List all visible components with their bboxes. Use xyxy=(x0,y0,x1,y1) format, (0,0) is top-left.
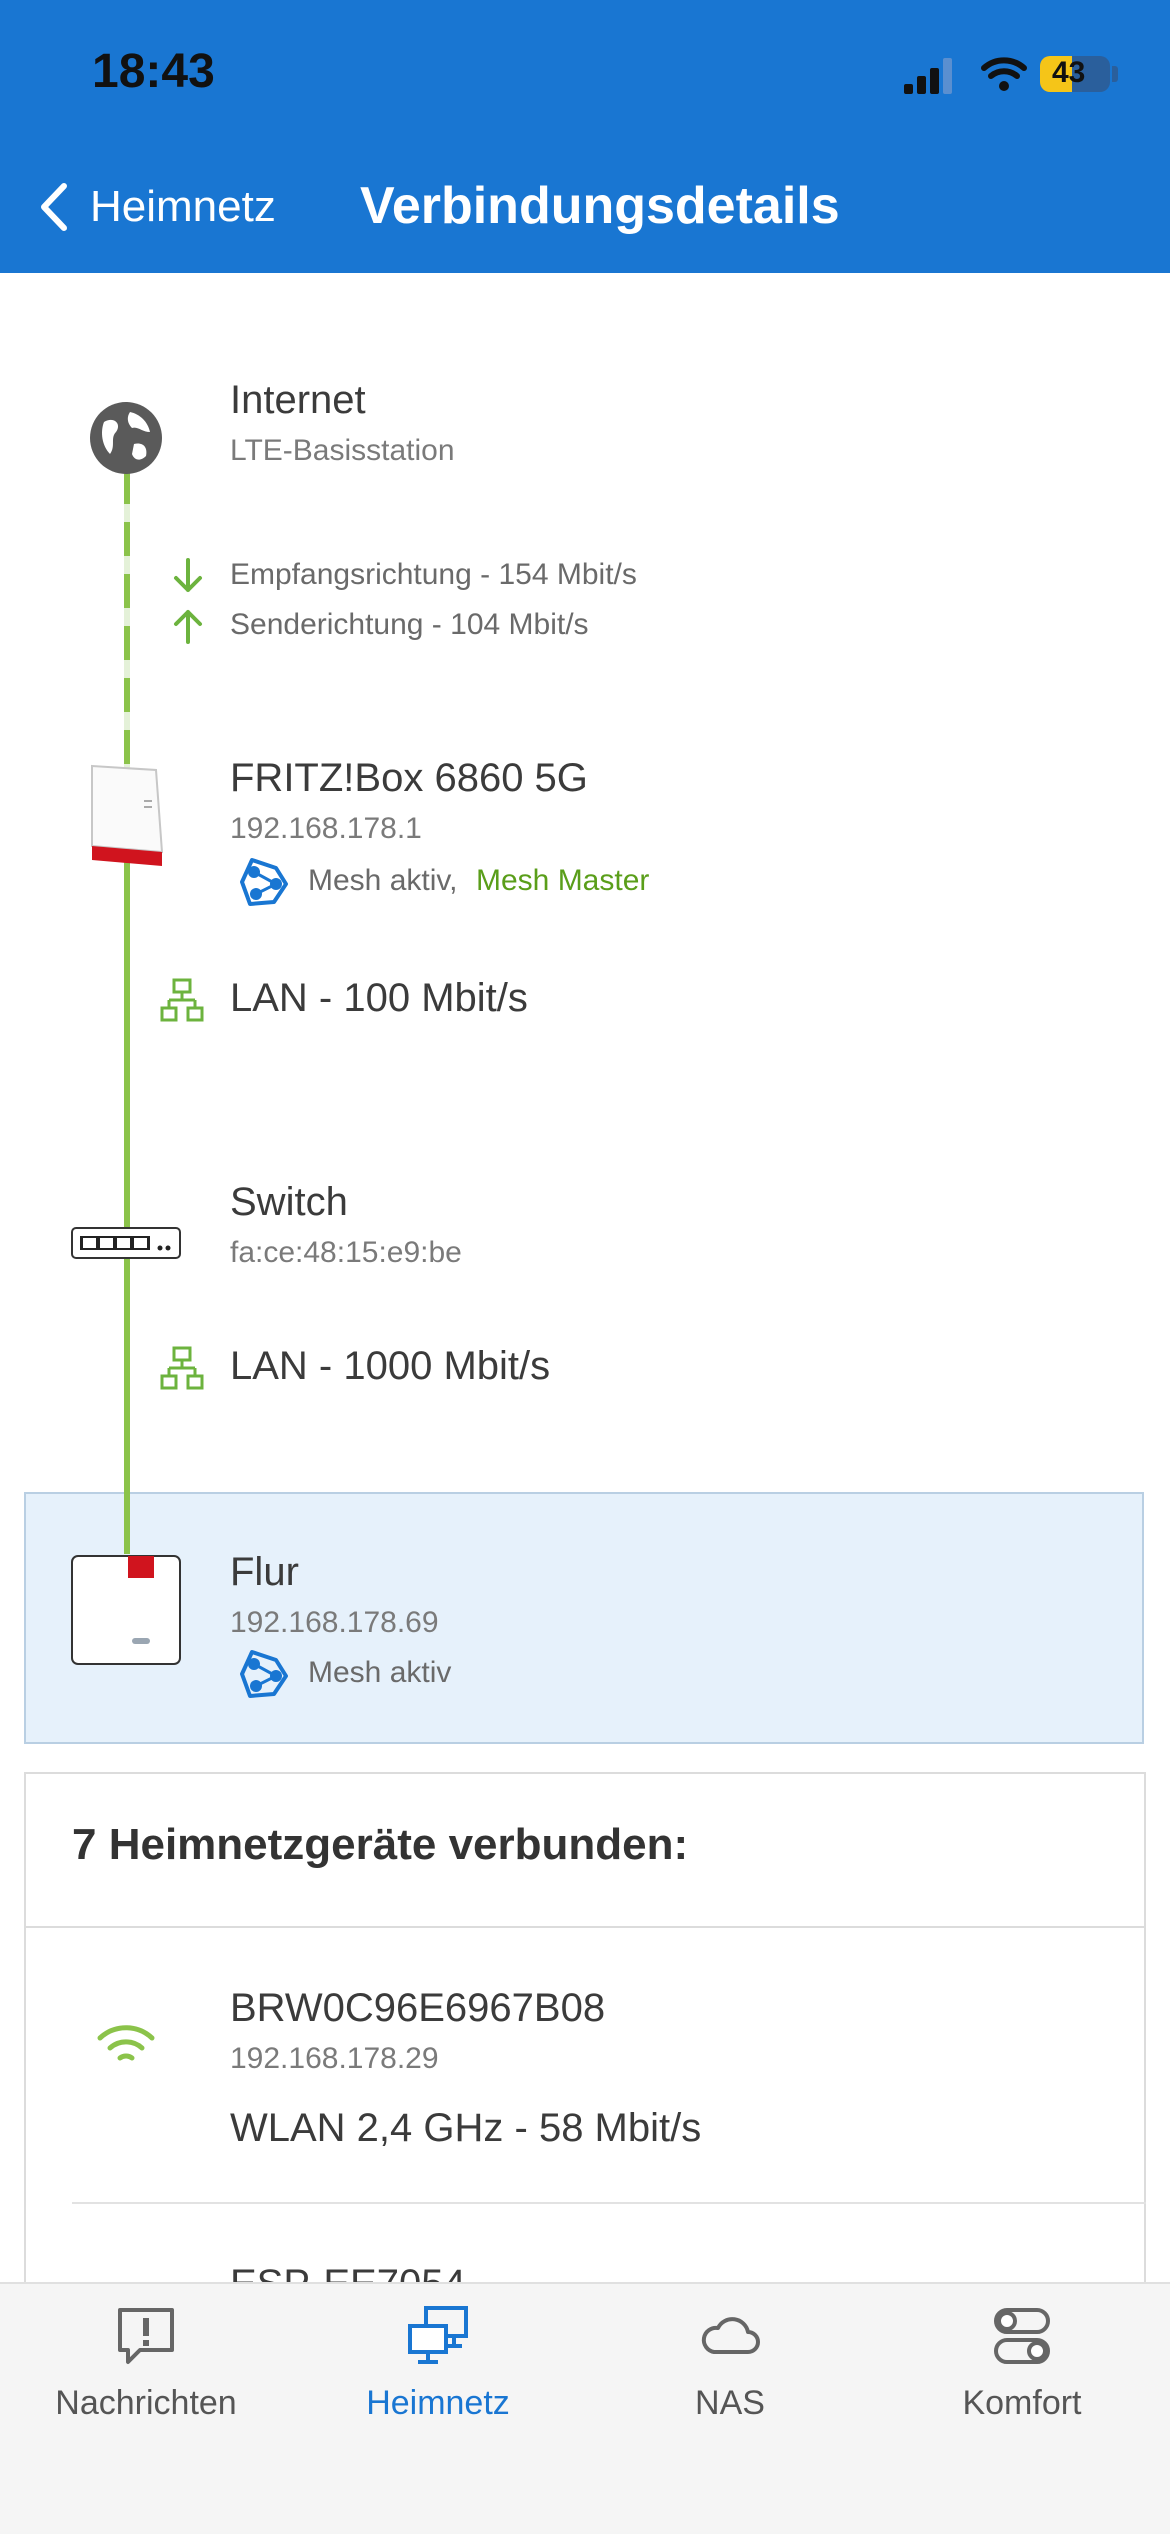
cellular-signal-icon xyxy=(904,58,952,94)
toggles-icon xyxy=(994,2308,1050,2364)
back-button[interactable]: Heimnetz xyxy=(90,182,276,232)
device-ip: 192.168.178.29 xyxy=(230,2042,439,2075)
flur-ip: 192.168.178.69 xyxy=(230,1606,439,1639)
upload-arrow-icon xyxy=(174,610,202,644)
mesh-master-label: Mesh Master xyxy=(476,864,650,897)
cloud-icon xyxy=(701,2317,760,2354)
wifi-status-icon xyxy=(981,57,1027,91)
selected-device-row[interactable] xyxy=(24,1492,1144,1744)
switch-mac: fa:ce:48:15:e9:be xyxy=(230,1236,462,1269)
fritzbox-router-icon xyxy=(91,764,164,866)
lan-line-1 xyxy=(124,860,130,1230)
device-name: BRW0C96E6967B08 xyxy=(230,1986,606,2030)
network-computers-icon xyxy=(408,2306,468,2364)
tab-heimnetz[interactable]: Heimnetz xyxy=(292,2284,584,2534)
download-arrow-icon xyxy=(174,558,202,592)
tab-komfort[interactable]: Komfort xyxy=(876,2284,1168,2534)
divider xyxy=(72,2202,1146,2204)
fritzbox-name: FRITZ!Box 6860 5G xyxy=(230,756,588,800)
upstream-rate: Senderichtung - 104 Mbit/s xyxy=(230,608,589,641)
flur-mesh-status: Mesh aktiv xyxy=(308,1656,452,1689)
internet-connection-line xyxy=(124,470,130,770)
switch-name: Switch xyxy=(230,1180,348,1224)
message-alert-icon xyxy=(118,2308,174,2364)
bottom-tab-bar: Nachrichten Heimnetz NAS Komfort xyxy=(0,2282,1170,2534)
tab-nas[interactable]: NAS xyxy=(584,2284,876,2534)
tab-nachrichten[interactable]: Nachrichten xyxy=(0,2284,292,2534)
lan-network-icon xyxy=(160,978,204,1022)
page-title: Verbindungsdetails xyxy=(360,177,840,235)
mesh-icon xyxy=(240,858,288,906)
lan-network-icon xyxy=(160,1346,204,1390)
internet-name: Internet xyxy=(230,378,366,422)
fritzbox-mesh-status: Mesh aktiv, xyxy=(308,864,458,897)
tab-label: Komfort xyxy=(962,2384,1082,2422)
link-speed-2: LAN - 1000 Mbit/s xyxy=(230,1344,551,1388)
fritzbox-ip: 192.168.178.1 xyxy=(230,812,422,845)
wifi-icon xyxy=(97,2025,155,2061)
mesh-icon xyxy=(240,1650,288,1698)
device-list-item[interactable] xyxy=(24,1928,1146,2200)
device-connection: WLAN 2,4 GHz - 58 Mbit/s xyxy=(230,2106,702,2150)
downstream-rate: Empfangsrichtung - 154 Mbit/s xyxy=(230,558,637,591)
globe-icon xyxy=(90,402,162,474)
battery-indicator: 43 xyxy=(1040,56,1110,92)
tab-label: Heimnetz xyxy=(366,2384,510,2422)
switch-device-icon xyxy=(71,1227,181,1259)
tab-label: Nachrichten xyxy=(55,2384,237,2422)
connected-devices-heading: 7 Heimnetzgeräte verbunden: xyxy=(72,1820,689,1869)
link-speed-1: LAN - 100 Mbit/s xyxy=(230,976,528,1020)
repeater-device-icon xyxy=(71,1555,181,1665)
tab-label: NAS xyxy=(695,2384,765,2422)
internet-subtitle: LTE-Basisstation xyxy=(230,434,455,467)
flur-name: Flur xyxy=(230,1550,299,1594)
status-time: 18:43 xyxy=(92,45,215,98)
back-chevron-icon[interactable] xyxy=(24,172,94,242)
